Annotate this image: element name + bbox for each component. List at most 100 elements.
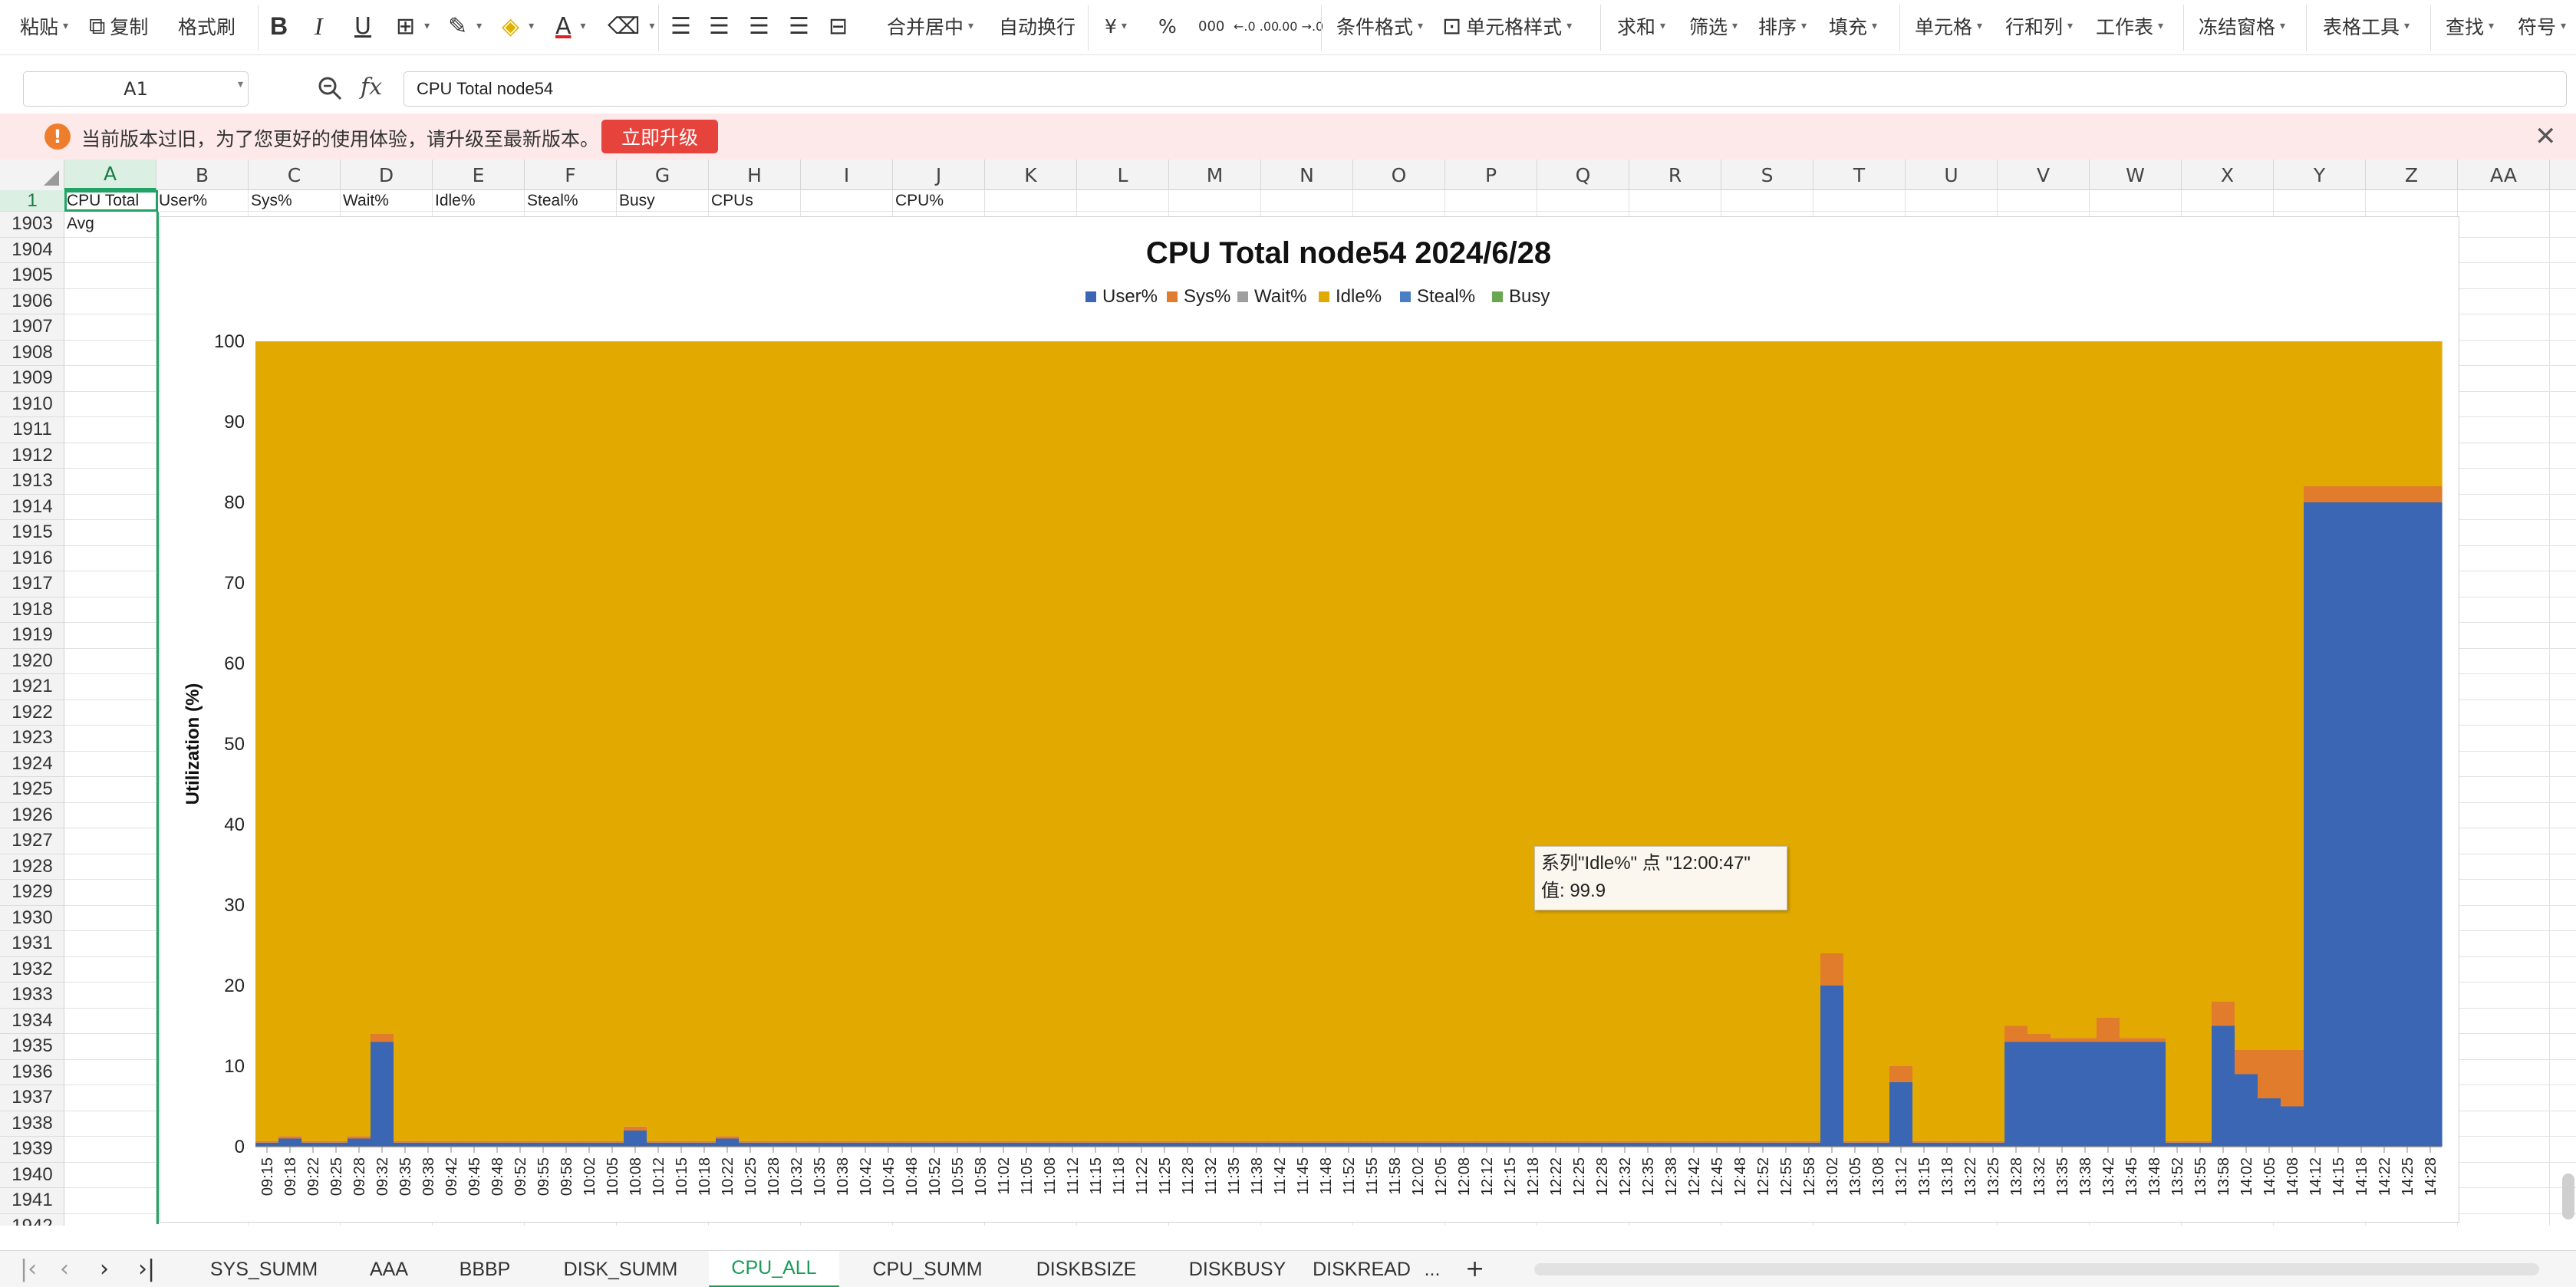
row-header-1907[interactable]: 1907 [0, 314, 64, 341]
row-header-1906[interactable]: 1906 [0, 289, 64, 314]
column-header-V[interactable]: V [1998, 160, 2090, 190]
symbol-button[interactable]: 符号 ▾ [2518, 9, 2566, 43]
row-header-1928[interactable]: 1928 [0, 854, 64, 880]
row-header-1910[interactable]: 1910 [0, 392, 64, 417]
cell-H1[interactable]: CPUs [709, 192, 799, 212]
percent-button[interactable]: % [1158, 9, 1177, 43]
worksheet-button[interactable]: 工作表 ▾ [2096, 9, 2163, 43]
row-header-1935[interactable]: 1935 [0, 1034, 64, 1060]
currency-button[interactable]: ¥ ▾ [1105, 9, 1127, 43]
column-header-D[interactable]: D [341, 160, 433, 190]
column-header-O[interactable]: O [1353, 160, 1445, 190]
add-sheet-button[interactable]: + [1465, 1256, 1484, 1282]
bold-button[interactable]: B [270, 9, 288, 43]
zoom-icon[interactable] [317, 75, 343, 101]
column-header-AA[interactable]: AA [2458, 160, 2550, 190]
distribute-button[interactable]: ⊟ [828, 9, 852, 43]
row-header-1940[interactable]: 1940 [0, 1163, 64, 1188]
cell-G1[interactable]: Busy [617, 192, 707, 212]
align-left-button[interactable]: ☰ [670, 9, 696, 43]
column-header-N[interactable]: N [1261, 160, 1353, 190]
row-header-1903[interactable]: 1903 [0, 212, 64, 238]
row-header-1938[interactable]: 1938 [0, 1111, 64, 1137]
column-header-F[interactable]: F [525, 160, 617, 190]
row-header-1926[interactable]: 1926 [0, 803, 64, 828]
justify-button[interactable]: ☰ [789, 9, 814, 43]
sort-button[interactable]: 排序 ▾ [1758, 9, 1807, 43]
row-header-1942[interactable]: 1942 [0, 1214, 64, 1226]
row-header-1912[interactable]: 1912 [0, 443, 64, 469]
column-header-G[interactable]: G [617, 160, 709, 190]
row-header-1929[interactable]: 1929 [0, 880, 64, 906]
row-header-1920[interactable]: 1920 [0, 649, 64, 674]
column-header-I[interactable]: I [801, 160, 893, 190]
row-header-1915[interactable]: 1915 [0, 520, 64, 546]
cell-D1[interactable]: Wait% [341, 192, 431, 212]
decrease-decimal-button[interactable]: .00 →.0 [1278, 9, 1323, 43]
first-sheet-icon[interactable]: |‹ [20, 1256, 37, 1282]
column-header-B[interactable]: B [156, 160, 249, 190]
column-header-P[interactable]: P [1445, 160, 1537, 190]
next-sheet-icon[interactable]: › [100, 1256, 109, 1282]
filter-button[interactable]: 筛选 ▾ [1689, 9, 1738, 43]
row-header-1939[interactable]: 1939 [0, 1137, 64, 1163]
freeze-panes-button[interactable]: 冻结窗格 ▾ [2199, 9, 2285, 43]
thousands-button[interactable]: 000 [1198, 9, 1224, 43]
column-header-C[interactable]: C [249, 160, 341, 190]
column-header-Q[interactable]: Q [1537, 160, 1629, 190]
fx-icon[interactable]: fx [361, 74, 382, 100]
cell-style-button[interactable]: ⊡ 单元格样式 ▾ [1442, 9, 1572, 43]
column-header-X[interactable]: X [2182, 160, 2274, 190]
row-header-1913[interactable]: 1913 [0, 469, 64, 495]
sheet-tab-cpu-all[interactable]: CPU_ALL [709, 1251, 839, 1287]
row-header-1924[interactable]: 1924 [0, 752, 64, 777]
fill-color-button[interactable]: ◈ ▾ [502, 9, 534, 43]
column-header-U[interactable]: U [1906, 160, 1998, 190]
upgrade-now-button[interactable]: 立即升级 [601, 120, 718, 153]
align-center-button[interactable]: ☰ [709, 9, 734, 43]
cell-button[interactable]: 单元格 ▾ [1915, 9, 1982, 43]
underline-button[interactable]: U [354, 9, 371, 43]
italic-button[interactable]: I [315, 9, 323, 43]
clear-button[interactable]: ⌫ ▾ [608, 9, 654, 43]
horizontal-scrollbar[interactable] [1534, 1263, 2539, 1275]
sheet-tab-sys-summ[interactable]: SYS_SUMM [187, 1251, 341, 1287]
formula-input[interactable]: CPU Total node54 [404, 71, 2567, 107]
sheet-tab-disk-summ[interactable]: DISK_SUMM [540, 1251, 701, 1287]
row-header-1930[interactable]: 1930 [0, 906, 64, 931]
cell-B1[interactable]: User% [156, 192, 247, 212]
close-icon[interactable]: ✕ [2535, 121, 2557, 152]
sheet-tab-diskbusy[interactable]: DISKBUSY [1164, 1251, 1310, 1287]
row-header-1931[interactable]: 1931 [0, 931, 64, 957]
cell-J1[interactable]: CPU% [893, 192, 983, 212]
cell-F1[interactable]: Steal% [525, 192, 615, 212]
sheet-tab-cpu-summ[interactable]: CPU_SUMM [847, 1251, 1008, 1287]
name-box[interactable]: A1 ▾ [23, 71, 249, 107]
column-header-Y[interactable]: Y [2274, 160, 2366, 190]
column-header-L[interactable]: L [1077, 160, 1169, 190]
row-header-1941[interactable]: 1941 [0, 1188, 64, 1214]
row-col-button[interactable]: 行和列 ▾ [2005, 9, 2073, 43]
sum-button[interactable]: 求和 ▾ [1617, 9, 1665, 43]
column-header-E[interactable]: E [433, 160, 525, 190]
column-header-Z[interactable]: Z [2366, 160, 2458, 190]
row-header-1921[interactable]: 1921 [0, 674, 64, 700]
column-header-A[interactable]: A [64, 160, 156, 190]
row-header-1937[interactable]: 1937 [0, 1085, 64, 1111]
column-header-J[interactable]: J [893, 160, 985, 190]
column-header-M[interactable]: M [1169, 160, 1261, 190]
row-header-1923[interactable]: 1923 [0, 726, 64, 752]
cell-E1[interactable]: Idle% [433, 192, 523, 212]
row-header-1919[interactable]: 1919 [0, 623, 64, 649]
column-header-T[interactable]: T [1813, 160, 1906, 190]
sheet-tab--[interactable]: ... [1413, 1251, 1451, 1287]
row-header-1918[interactable]: 1918 [0, 597, 64, 623]
row-header-1908[interactable]: 1908 [0, 341, 64, 366]
row-header-1916[interactable]: 1916 [0, 546, 64, 571]
row-header-1922[interactable]: 1922 [0, 700, 64, 726]
paste-button[interactable]: 粘贴 ▾ [20, 9, 68, 43]
prev-sheet-icon[interactable]: ‹ [60, 1256, 69, 1282]
column-header-S[interactable]: S [1721, 160, 1813, 190]
align-right-button[interactable]: ☰ [749, 9, 774, 43]
last-sheet-icon[interactable]: ›| [138, 1256, 155, 1282]
